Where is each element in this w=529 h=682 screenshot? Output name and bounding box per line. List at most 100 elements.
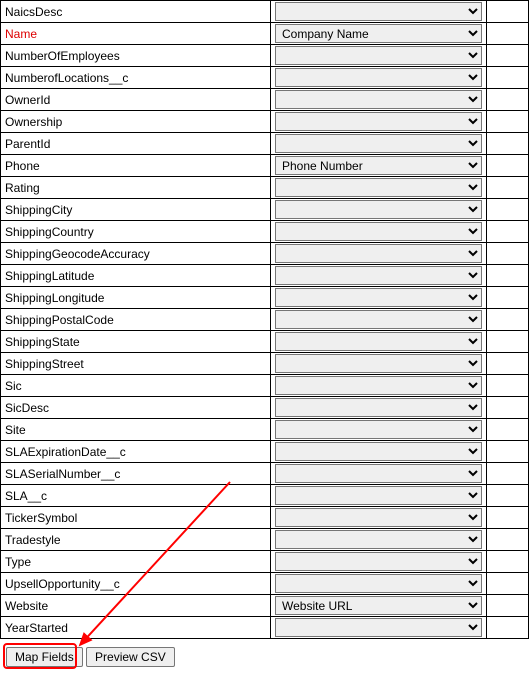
field-label: SLASerialNumber__c — [1, 463, 271, 485]
extra-cell — [487, 243, 529, 265]
extra-cell — [487, 419, 529, 441]
field-label: Site — [1, 419, 271, 441]
extra-cell — [487, 353, 529, 375]
mapping-select[interactable]: Company NamePhone NumberWebsite URL — [275, 618, 482, 637]
mapping-cell: Company NamePhone NumberWebsite URL — [271, 199, 487, 221]
field-label: Sic — [1, 375, 271, 397]
mapping-cell: Company NamePhone NumberWebsite URL — [271, 133, 487, 155]
field-label: ParentId — [1, 133, 271, 155]
field-label: Phone — [1, 155, 271, 177]
field-label: ShippingPostalCode — [1, 309, 271, 331]
mapping-select[interactable]: Company NamePhone NumberWebsite URL — [275, 156, 482, 175]
field-label: UpsellOpportunity__c — [1, 573, 271, 595]
mapping-select[interactable]: Company NamePhone NumberWebsite URL — [275, 486, 482, 505]
table-row: NumberofLocations__cCompany NamePhone Nu… — [1, 67, 529, 89]
extra-cell — [487, 551, 529, 573]
extra-cell — [487, 265, 529, 287]
mapping-select[interactable]: Company NamePhone NumberWebsite URL — [275, 178, 482, 197]
table-row: SLASerialNumber__cCompany NamePhone Numb… — [1, 463, 529, 485]
mapping-cell: Company NamePhone NumberWebsite URL — [271, 89, 487, 111]
mapping-cell: Company NamePhone NumberWebsite URL — [271, 243, 487, 265]
mapping-cell: Company NamePhone NumberWebsite URL — [271, 23, 487, 45]
mapping-select[interactable]: Company NamePhone NumberWebsite URL — [275, 552, 482, 571]
mapping-select[interactable]: Company NamePhone NumberWebsite URL — [275, 574, 482, 593]
mapping-cell: Company NamePhone NumberWebsite URL — [271, 309, 487, 331]
mapping-select[interactable]: Company NamePhone NumberWebsite URL — [275, 530, 482, 549]
mapping-select[interactable]: Company NamePhone NumberWebsite URL — [275, 134, 482, 153]
mapping-select[interactable]: Company NamePhone NumberWebsite URL — [275, 398, 482, 417]
mapping-select[interactable]: Company NamePhone NumberWebsite URL — [275, 310, 482, 329]
field-label: Name — [1, 23, 271, 45]
mapping-select[interactable]: Company NamePhone NumberWebsite URL — [275, 354, 482, 373]
extra-cell — [487, 463, 529, 485]
extra-cell — [487, 441, 529, 463]
mapping-cell: Company NamePhone NumberWebsite URL — [271, 463, 487, 485]
mapping-cell: Company NamePhone NumberWebsite URL — [271, 397, 487, 419]
mapping-select[interactable]: Company NamePhone NumberWebsite URL — [275, 420, 482, 439]
extra-cell — [487, 45, 529, 67]
table-row: PhoneCompany NamePhone NumberWebsite URL — [1, 155, 529, 177]
extra-cell — [487, 617, 529, 639]
field-label: TickerSymbol — [1, 507, 271, 529]
table-row: ShippingLongitudeCompany NamePhone Numbe… — [1, 287, 529, 309]
extra-cell — [487, 507, 529, 529]
mapping-cell: Company NamePhone NumberWebsite URL — [271, 551, 487, 573]
extra-cell — [487, 397, 529, 419]
mapping-select[interactable]: Company NamePhone NumberWebsite URL — [275, 508, 482, 527]
mapping-select[interactable]: Company NamePhone NumberWebsite URL — [275, 200, 482, 219]
field-label: YearStarted — [1, 617, 271, 639]
table-row: NameCompany NamePhone NumberWebsite URL — [1, 23, 529, 45]
preview-csv-button[interactable]: Preview CSV — [86, 647, 175, 667]
extra-cell — [487, 331, 529, 353]
extra-cell — [487, 573, 529, 595]
mapping-cell: Company NamePhone NumberWebsite URL — [271, 155, 487, 177]
table-row: ShippingPostalCodeCompany NamePhone Numb… — [1, 309, 529, 331]
field-label: Type — [1, 551, 271, 573]
mapping-select[interactable]: Company NamePhone NumberWebsite URL — [275, 288, 482, 307]
mapping-cell: Company NamePhone NumberWebsite URL — [271, 573, 487, 595]
mapping-select[interactable]: Company NamePhone NumberWebsite URL — [275, 376, 482, 395]
mapping-select[interactable]: Company NamePhone NumberWebsite URL — [275, 464, 482, 483]
field-label: NaicsDesc — [1, 1, 271, 23]
extra-cell — [487, 155, 529, 177]
mapping-select[interactable]: Company NamePhone NumberWebsite URL — [275, 244, 482, 263]
mapping-cell: Company NamePhone NumberWebsite URL — [271, 331, 487, 353]
field-label: ShippingCity — [1, 199, 271, 221]
map-fields-button[interactable]: Map Fields — [6, 647, 83, 667]
table-row: ShippingLatitudeCompany NamePhone Number… — [1, 265, 529, 287]
mapping-cell: Company NamePhone NumberWebsite URL — [271, 67, 487, 89]
extra-cell — [487, 111, 529, 133]
mapping-cell: Company NamePhone NumberWebsite URL — [271, 221, 487, 243]
mapping-select[interactable]: Company NamePhone NumberWebsite URL — [275, 46, 482, 65]
table-row: TradestyleCompany NamePhone NumberWebsit… — [1, 529, 529, 551]
field-label: Ownership — [1, 111, 271, 133]
mapping-cell: Company NamePhone NumberWebsite URL — [271, 353, 487, 375]
extra-cell — [487, 221, 529, 243]
extra-cell — [487, 375, 529, 397]
mapping-cell: Company NamePhone NumberWebsite URL — [271, 265, 487, 287]
table-row: WebsiteCompany NamePhone NumberWebsite U… — [1, 595, 529, 617]
mapping-cell: Company NamePhone NumberWebsite URL — [271, 1, 487, 23]
mapping-select[interactable]: Company NamePhone NumberWebsite URL — [275, 90, 482, 109]
mapping-select[interactable]: Company NamePhone NumberWebsite URL — [275, 266, 482, 285]
mapping-cell: Company NamePhone NumberWebsite URL — [271, 287, 487, 309]
field-label: ShippingLongitude — [1, 287, 271, 309]
mapping-cell: Company NamePhone NumberWebsite URL — [271, 617, 487, 639]
mapping-select[interactable]: Company NamePhone NumberWebsite URL — [275, 442, 482, 461]
mapping-cell: Company NamePhone NumberWebsite URL — [271, 177, 487, 199]
field-label: Website — [1, 595, 271, 617]
table-row: NumberOfEmployeesCompany NamePhone Numbe… — [1, 45, 529, 67]
field-label: SicDesc — [1, 397, 271, 419]
mapping-select[interactable]: Company NamePhone NumberWebsite URL — [275, 2, 482, 21]
mapping-select[interactable]: Company NamePhone NumberWebsite URL — [275, 24, 482, 43]
mapping-select[interactable]: Company NamePhone NumberWebsite URL — [275, 596, 482, 615]
mapping-cell: Company NamePhone NumberWebsite URL — [271, 441, 487, 463]
mapping-cell: Company NamePhone NumberWebsite URL — [271, 529, 487, 551]
table-row: ShippingCityCompany NamePhone NumberWebs… — [1, 199, 529, 221]
mapping-select[interactable]: Company NamePhone NumberWebsite URL — [275, 112, 482, 131]
mapping-select[interactable]: Company NamePhone NumberWebsite URL — [275, 222, 482, 241]
mapping-select[interactable]: Company NamePhone NumberWebsite URL — [275, 332, 482, 351]
mapping-select[interactable]: Company NamePhone NumberWebsite URL — [275, 68, 482, 87]
table-row: SiteCompany NamePhone NumberWebsite URL — [1, 419, 529, 441]
mapping-cell: Company NamePhone NumberWebsite URL — [271, 45, 487, 67]
